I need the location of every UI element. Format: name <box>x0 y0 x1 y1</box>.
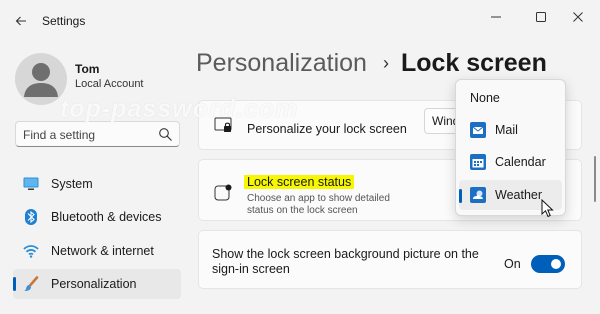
maximize-button[interactable] <box>528 6 554 28</box>
signin-background-card: Show the lock screen background picture … <box>198 230 582 289</box>
menu-item-label: Weather <box>495 188 543 202</box>
menu-item-none[interactable]: None <box>459 83 562 113</box>
mouse-cursor-icon <box>541 199 554 218</box>
sidebar-item-personalization[interactable]: Personalization <box>13 269 181 299</box>
search-icon[interactable] <box>158 127 173 142</box>
search-input[interactable] <box>23 126 153 143</box>
monitor-icon <box>23 176 39 192</box>
user-name: Tom <box>75 62 100 76</box>
card-title: Personalize your lock screen <box>247 122 407 136</box>
sidebar-item-label: Network & internet <box>51 244 154 258</box>
menu-item-mail[interactable]: Mail <box>459 115 562 145</box>
app-title: Settings <box>42 14 86 28</box>
card-title: Show the lock screen background picture … <box>212 247 479 276</box>
sidebar-item-system[interactable]: System <box>13 169 181 199</box>
sidebar-item-label: Personalization <box>51 277 137 291</box>
close-button[interactable] <box>565 6 591 28</box>
lock-screen-icon <box>214 117 232 132</box>
card-title: Lock screen status <box>244 175 355 189</box>
sidebar: Tom Local Account System Bluetooth & dev… <box>0 40 190 314</box>
title-bar: Settings <box>0 0 600 40</box>
maximize-icon <box>536 12 546 22</box>
breadcrumb: Personalization › Lock screen <box>196 49 547 78</box>
user-avatar-icon <box>24 63 58 97</box>
menu-item-label: None <box>470 91 500 105</box>
menu-item-label: Calendar <box>495 155 546 169</box>
bluetooth-icon <box>23 209 39 225</box>
weather-icon <box>470 187 486 203</box>
sidebar-item-network[interactable]: Network & internet <box>13 236 181 266</box>
calendar-icon <box>470 154 486 170</box>
breadcrumb-parent[interactable]: Personalization <box>196 49 367 78</box>
selected-indicator <box>459 189 462 203</box>
menu-item-calendar[interactable]: Calendar <box>459 147 562 177</box>
sidebar-item-label: System <box>51 177 93 191</box>
back-button[interactable] <box>10 10 32 32</box>
page-title: Lock screen <box>400 49 547 77</box>
paintbrush-icon <box>23 276 39 292</box>
sidebar-item-bluetooth[interactable]: Bluetooth & devices <box>13 202 181 232</box>
signin-background-toggle[interactable] <box>531 255 565 273</box>
account-type: Local Account <box>75 78 144 90</box>
lock-screen-status-menu: None Mail Calendar Weather <box>455 79 566 216</box>
toggle-knob <box>551 259 561 269</box>
back-arrow-icon <box>15 16 26 26</box>
lock-screen-status-label: Lock screen status <box>244 175 355 189</box>
scrollbar[interactable] <box>594 156 596 202</box>
menu-item-label: Mail <box>495 123 518 137</box>
minimize-icon <box>491 16 501 18</box>
minimize-button[interactable] <box>483 6 509 28</box>
status-icon <box>214 184 232 201</box>
mail-icon <box>470 122 486 138</box>
wifi-icon <box>23 243 39 259</box>
search-box[interactable] <box>15 121 180 147</box>
active-indicator <box>13 277 16 291</box>
card-description: Choose an app to show detailed status on… <box>247 193 390 216</box>
toggle-state-label: On <box>504 257 521 271</box>
sidebar-item-label: Bluetooth & devices <box>51 210 162 224</box>
breadcrumb-separator: › <box>382 53 389 73</box>
close-icon <box>573 12 583 22</box>
avatar[interactable] <box>15 53 67 105</box>
